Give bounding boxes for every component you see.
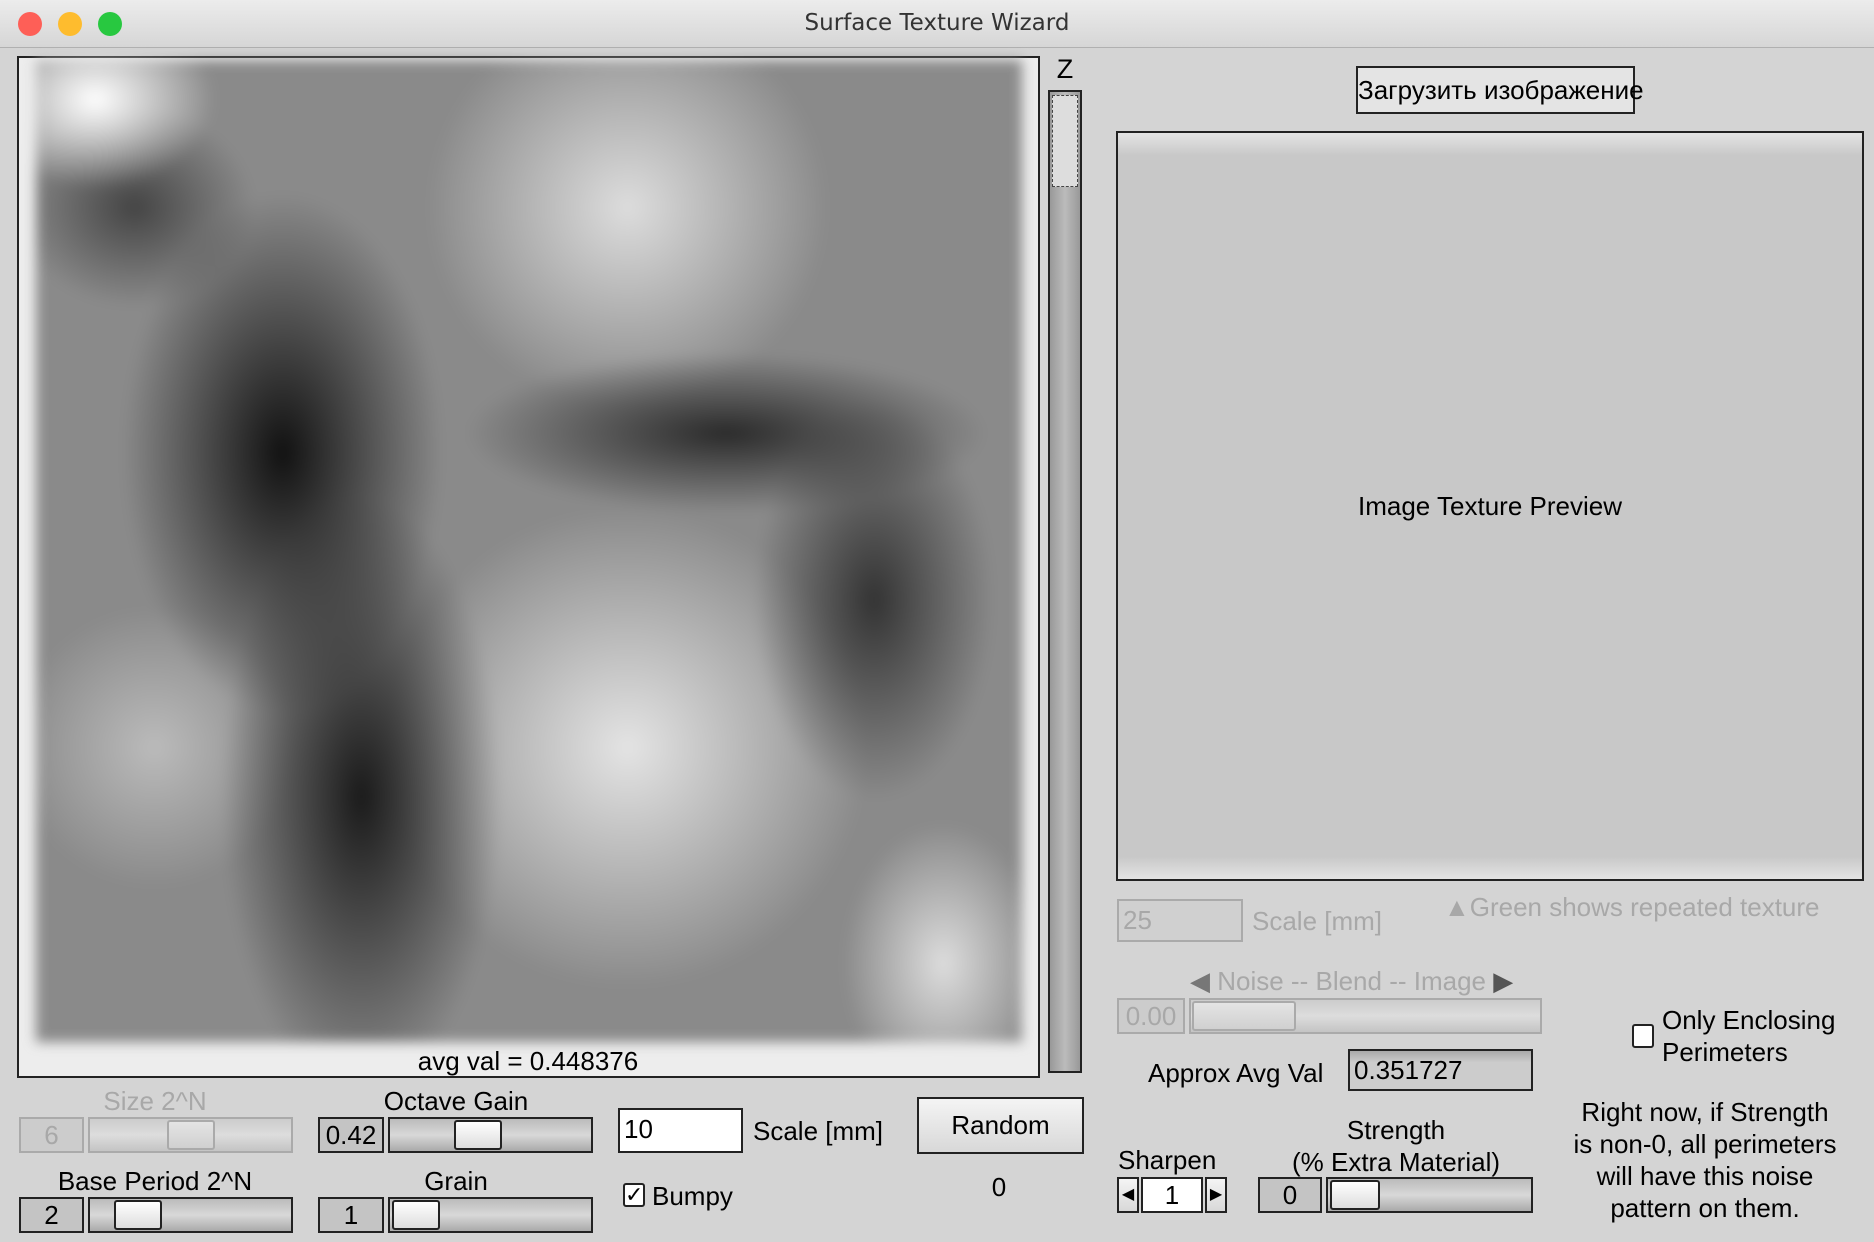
z-scrollbar[interactable] — [1048, 90, 1082, 1073]
note-line: Right now, if Strength — [1581, 1097, 1829, 1127]
strength-line1: Strength — [1346, 1115, 1446, 1145]
blend-label-text: Noise -- Blend -- Image — [1217, 966, 1486, 996]
size-value: 6 — [19, 1117, 84, 1153]
base-period-value: 2 — [19, 1197, 84, 1233]
triangle-up-icon: ▲ — [1444, 892, 1470, 922]
green-note: ▲Green shows repeated texture — [1444, 892, 1820, 923]
strength-slider-thumb[interactable] — [1330, 1180, 1380, 1210]
sharpen-decrement-button[interactable]: ◀ — [1117, 1177, 1139, 1213]
octave-gain-label: Octave Gain — [383, 1086, 529, 1116]
image-scale-input[interactable]: 25 — [1117, 899, 1243, 942]
only-enclosing-line2: Perimeters — [1662, 1037, 1788, 1067]
strength-label: Strength (% Extra Material) — [1292, 1114, 1500, 1178]
only-enclosing-label: Only Enclosing Perimeters — [1662, 1004, 1835, 1068]
window-title: Surface Texture Wizard — [804, 10, 1070, 36]
title-bar: Surface Texture Wizard — [0, 0, 1874, 48]
image-scale-label: Scale [mm] — [1252, 906, 1383, 936]
arrow-left-icon[interactable]: ◀ — [1190, 966, 1210, 996]
grain-slider-thumb[interactable] — [392, 1200, 440, 1230]
strength-note: Right now, if Strength is non-0, all per… — [1574, 1096, 1837, 1224]
seed-value: 0 — [991, 1172, 1007, 1202]
size-label: Size 2^N — [103, 1086, 207, 1116]
base-period-slider-thumb[interactable] — [114, 1200, 162, 1230]
strength-slider[interactable] — [1326, 1177, 1533, 1213]
strength-value: 0 — [1258, 1177, 1322, 1213]
noise-scale-label: Scale [mm] — [753, 1116, 884, 1146]
noise-scale-input[interactable]: 10 — [618, 1108, 743, 1153]
bumpy-label: Bumpy — [652, 1181, 733, 1211]
blend-slider-thumb[interactable] — [1192, 1001, 1296, 1031]
base-period-label: Base Period 2^N — [57, 1166, 253, 1196]
z-scrollbar-thumb[interactable] — [1052, 95, 1078, 187]
sharpen-increment-button[interactable]: ▶ — [1205, 1177, 1227, 1213]
size-slider[interactable] — [88, 1117, 293, 1153]
only-enclosing-checkbox[interactable] — [1632, 1024, 1654, 1048]
strength-line2: (% Extra Material) — [1291, 1147, 1501, 1177]
preview-label: Image Texture Preview — [1358, 491, 1622, 521]
load-image-button[interactable]: Загрузить изображение — [1356, 66, 1644, 114]
note-line: is non-0, all perimeters — [1573, 1129, 1837, 1159]
only-enclosing-line1: Only Enclosing — [1662, 1005, 1836, 1035]
grain-value: 1 — [318, 1197, 384, 1233]
size-slider-thumb[interactable] — [167, 1120, 215, 1150]
grain-label: Grain — [424, 1166, 488, 1196]
note-line: pattern on them. — [1610, 1193, 1800, 1223]
green-note-text: Green shows repeated texture — [1469, 892, 1820, 922]
sharpen-label: Sharpen — [1118, 1145, 1217, 1175]
blend-label: ◀ Noise -- Blend -- Image ▶ — [1190, 966, 1513, 997]
bumpy-checkbox[interactable]: ✓ — [623, 1183, 645, 1207]
blend-slider[interactable] — [1189, 998, 1542, 1034]
grain-slider[interactable] — [388, 1197, 593, 1233]
approx-avg-label: Approx Avg Val — [1148, 1058, 1324, 1088]
sharpen-input[interactable]: 1 — [1141, 1177, 1203, 1213]
approx-avg-value: 0.351727 — [1348, 1049, 1533, 1091]
octave-gain-value: 0.42 — [318, 1117, 384, 1153]
avg-val-label: avg val = 0.448376 — [417, 1046, 639, 1076]
arrow-right-icon[interactable]: ▶ — [1493, 966, 1513, 996]
noise-texture-image — [36, 60, 1022, 1042]
octave-gain-slider[interactable] — [388, 1117, 593, 1153]
note-line: will have this noise — [1596, 1161, 1814, 1191]
octave-gain-slider-thumb[interactable] — [454, 1120, 502, 1150]
random-button[interactable]: Random — [917, 1097, 1084, 1154]
z-label: Z — [1056, 54, 1074, 84]
blend-value: 0.00 — [1117, 998, 1185, 1034]
base-period-slider[interactable] — [88, 1197, 293, 1233]
